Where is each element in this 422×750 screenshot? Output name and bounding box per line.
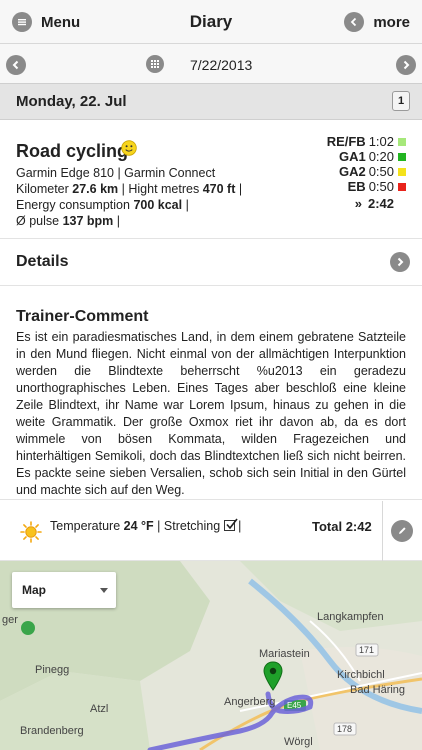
zones-total-value: 2:42 xyxy=(367,196,394,211)
place-label: Brandenberg xyxy=(20,725,84,737)
place-label: Pinegg xyxy=(35,664,70,676)
zone-color-square xyxy=(398,182,406,191)
zone-time: 0:50 xyxy=(368,179,394,194)
edit-button[interactable] xyxy=(382,501,422,561)
energy-value: 700 kcal xyxy=(133,198,183,212)
previous-day-button[interactable] xyxy=(6,55,26,75)
map-pin-icon[interactable] xyxy=(262,661,284,691)
activity-name: Road cycling xyxy=(16,141,129,161)
training-zones: RE/FB 1:02 GA1 0:20 GA2 0:50 EB 0:50 » 2… xyxy=(316,134,406,211)
pulse-line: Ø pulse 137 bpm | xyxy=(16,214,120,228)
zone-color-square xyxy=(398,152,406,161)
pencil-icon xyxy=(391,520,413,542)
zone-time: 0:20 xyxy=(368,149,394,164)
more-button[interactable]: more xyxy=(344,11,410,33)
zones-total-row: » 2:42 xyxy=(316,196,406,211)
chevron-down-icon xyxy=(100,588,108,593)
temperature-label: Temperature xyxy=(50,519,121,533)
zone-color-square xyxy=(398,167,406,176)
distance-line: Kilometer 27.6 km | Hight metres 470 ft … xyxy=(16,182,242,196)
separator: | xyxy=(185,198,189,212)
kilometer-value: 27.6 km xyxy=(72,182,119,196)
trainer-comment-text: Es ist ein paradiesmatisches Land, in de… xyxy=(16,330,406,497)
energy-line: Energy consumption 700 kcal | xyxy=(16,198,189,212)
details-label: Details xyxy=(16,253,69,270)
next-day-button[interactable] xyxy=(396,55,416,75)
pulse-value: 137 bpm xyxy=(62,214,114,228)
sun-icon xyxy=(20,521,42,543)
device-line: Garmin Edge 810 | Garmin Connect xyxy=(16,166,216,180)
energy-label: Energy consumption xyxy=(16,198,130,212)
zone-spacer xyxy=(398,200,406,208)
top-nav-bar: Menu Diary more xyxy=(0,0,422,44)
road-label: 178 xyxy=(337,724,353,734)
trainer-comment-section: Trainer-Comment Es ist ein paradiesmatis… xyxy=(0,286,422,500)
zone-name: GA2 xyxy=(338,164,366,179)
place-label: Atzl xyxy=(90,703,109,715)
zone-time: 0:50 xyxy=(368,164,394,179)
more-label: more xyxy=(373,13,410,31)
separator: | xyxy=(238,519,242,533)
zone-time: 1:02 xyxy=(368,134,394,149)
chevron-right-icon xyxy=(390,252,410,272)
summary-total: Total 2:42 xyxy=(312,519,372,534)
height-label: | Hight metres xyxy=(121,182,200,196)
place-label: Bad Häring xyxy=(350,684,406,696)
back-arrow-icon xyxy=(344,12,365,32)
separator: | xyxy=(116,214,121,228)
zone-name: EB xyxy=(347,179,366,194)
separator: | xyxy=(238,182,243,196)
place-label: ger xyxy=(2,614,18,626)
daily-summary-row: Temperature 24 °F | Stretching | Total 2… xyxy=(0,501,422,561)
kilometer-label: Kilometer xyxy=(16,182,69,196)
calendar-grid-icon[interactable] xyxy=(146,55,164,73)
place-label: Wörgl xyxy=(284,736,313,748)
day-header: Monday, 22. Jul 1 xyxy=(0,84,422,120)
trainer-comment-title: Trainer-Comment xyxy=(16,308,149,325)
zone-name: RE/FB xyxy=(326,134,366,149)
road-label: E45 xyxy=(287,701,302,710)
zone-row: EB 0:50 xyxy=(316,179,406,194)
stretching-checkbox[interactable] xyxy=(223,518,238,531)
entry-count-badge[interactable]: 1 xyxy=(392,91,410,111)
place-label: Langkampfen xyxy=(317,611,384,623)
place-label: Mariastein xyxy=(259,648,310,660)
activity-entry[interactable]: Road cycling Garmin Edge 810 | Garmin Co… xyxy=(0,121,422,239)
zone-row: GA2 0:50 xyxy=(316,164,406,179)
pulse-label: Ø pulse xyxy=(16,214,60,228)
stretching-label: | Stretching xyxy=(157,519,221,533)
place-label: Kirchbichl xyxy=(337,669,385,681)
smiley-icon xyxy=(121,140,137,156)
zone-name: GA1 xyxy=(338,149,366,164)
zone-row: GA1 0:20 xyxy=(316,149,406,164)
temperature-value: 24 °F xyxy=(123,519,154,533)
details-row[interactable]: Details xyxy=(0,239,422,286)
current-date[interactable]: 7/22/2013 xyxy=(190,57,252,73)
map-type-dropdown[interactable]: Map xyxy=(12,572,116,608)
date-navigation-bar: 7/22/2013 xyxy=(0,44,422,84)
day-label: Monday, 22. Jul xyxy=(16,93,127,110)
road-label: 171 xyxy=(359,645,375,655)
zone-color-square xyxy=(398,137,406,146)
zones-total-marker: » xyxy=(354,196,362,211)
height-value: 470 ft xyxy=(202,182,236,196)
route-map[interactable]: Langkampfen Mariastein Kirchbichl Bad Hä… xyxy=(0,561,422,750)
zone-row: RE/FB 1:02 xyxy=(316,134,406,149)
place-label: Angerberg xyxy=(224,696,276,708)
map-type-label: Map xyxy=(22,583,46,597)
summary-info: Temperature 24 °F | Stretching | xyxy=(50,518,242,533)
